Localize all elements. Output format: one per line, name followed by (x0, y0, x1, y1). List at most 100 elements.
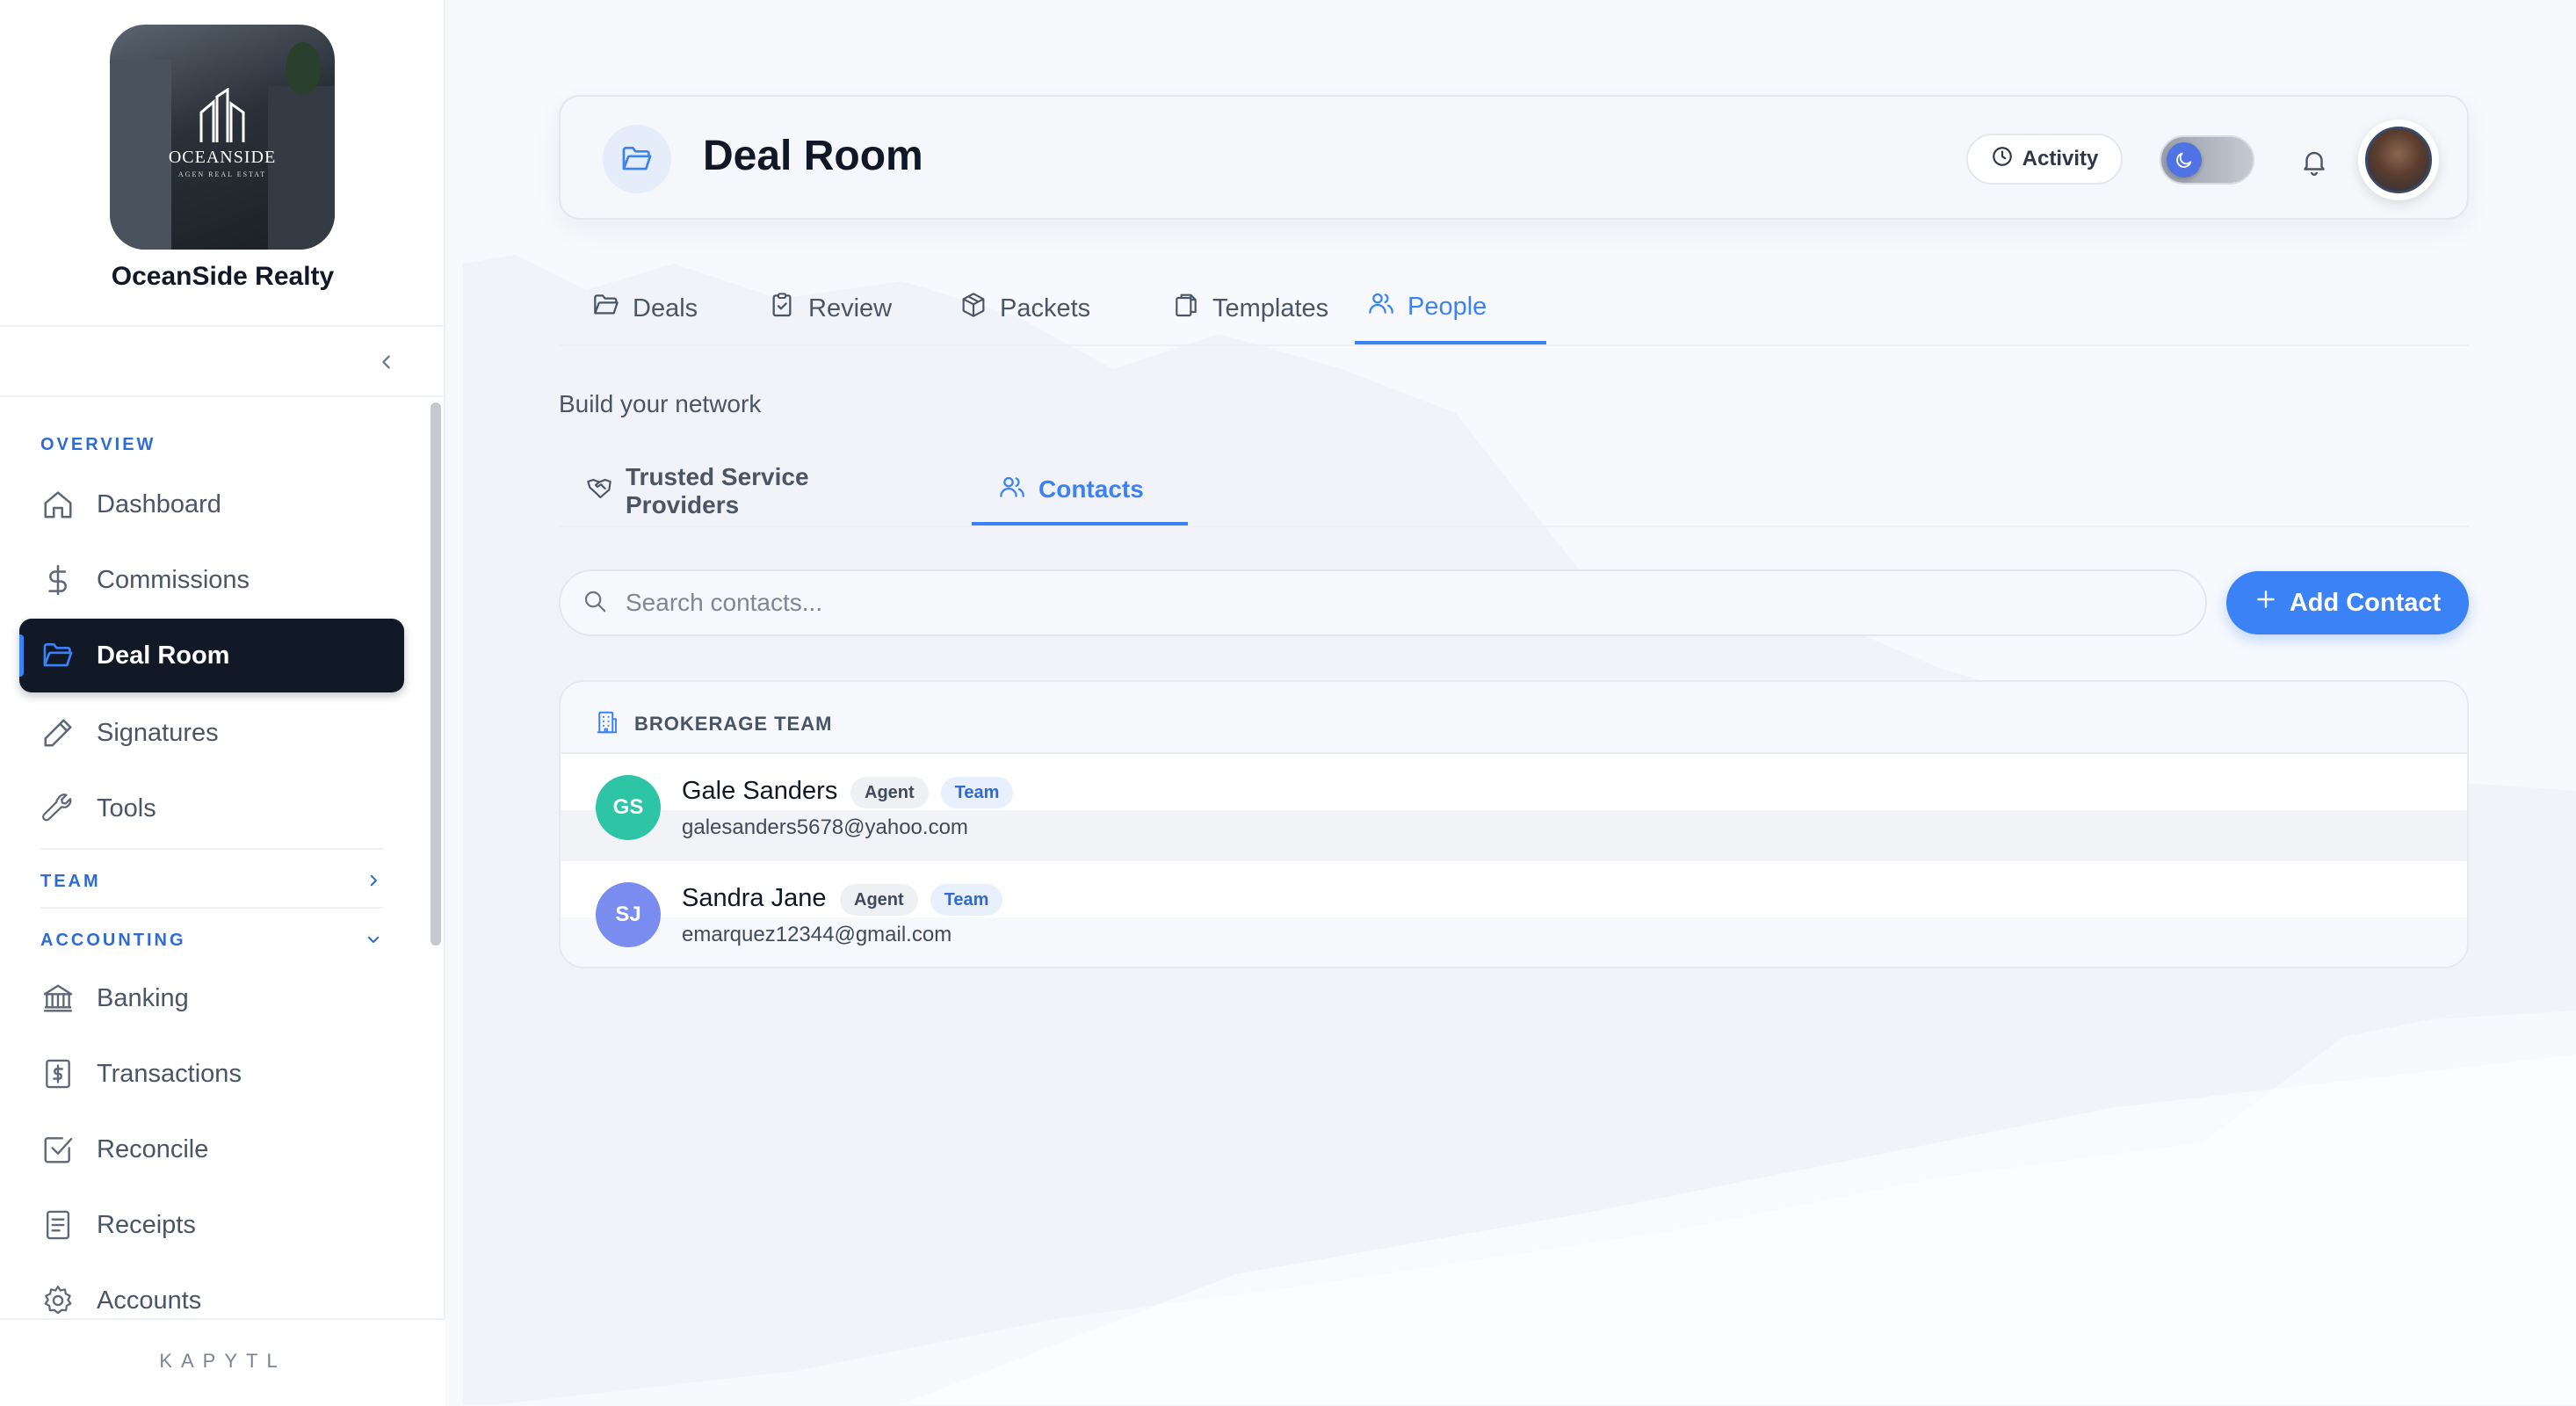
users-icon (1367, 289, 1395, 324)
row-band (561, 754, 2467, 810)
sidebar-item-label: Reconcile (97, 1134, 209, 1163)
users-icon (998, 473, 1026, 507)
sidebar-item-accounts[interactable]: Accounts (19, 1264, 404, 1314)
folder-icon (603, 125, 671, 193)
footer-brand: KAPYTL (159, 1350, 286, 1372)
folder-icon (592, 291, 620, 326)
sidebar-item-label: Accounts (97, 1286, 202, 1315)
tab-templates[interactable]: Templates (1160, 272, 1341, 344)
contact-avatar: SJ (596, 882, 661, 947)
gear-icon (40, 1283, 76, 1314)
clipboard-icon (768, 291, 796, 326)
sidebar-item-label: Signatures (97, 718, 219, 747)
sidebar-item-label: Dashboard (97, 489, 221, 518)
sidebar-footer: KAPYTL (0, 1318, 445, 1406)
brokerage-team-card: BROKERAGE TEAM GS Gale Sanders Agent Tea… (559, 680, 2469, 968)
sidebar-divider (0, 325, 445, 327)
search-bar (559, 569, 2207, 636)
tab-label: Templates (1212, 294, 1329, 323)
tab-label: Deals (633, 294, 698, 323)
activity-label: Activity (2022, 147, 2099, 170)
sidebar-nav: OVERVIEW Dashboard Commissions Deal Room… (0, 395, 431, 1314)
user-avatar[interactable] (2358, 120, 2439, 200)
subtab-label: Contacts (1038, 475, 1144, 503)
tab-label: Review (808, 294, 893, 323)
section-heading-team[interactable]: TEAM (40, 872, 101, 892)
pen-icon (40, 715, 76, 750)
handshake-icon (585, 475, 613, 509)
org-name: OceanSide Realty (111, 262, 335, 291)
section-divider (40, 907, 383, 909)
group-title: BROKERAGE TEAM (634, 713, 833, 735)
subtab-contacts[interactable]: Contacts (972, 457, 1188, 525)
sidebar-item-label: Deal Room (97, 641, 230, 670)
sidebar-item-reconcile[interactable]: Reconcile (19, 1112, 404, 1186)
org-logo: OCEANSIDE AGEN REAL ESTAT (110, 25, 335, 250)
theme-toggle[interactable] (2160, 135, 2254, 185)
sidebar-item-transactions[interactable]: Transactions (19, 1037, 404, 1111)
subtabs-divider (559, 525, 2469, 527)
role-badge: Agent (840, 884, 918, 916)
search-input[interactable] (624, 588, 2121, 618)
moon-icon (2167, 142, 2202, 178)
receipt-dollar-icon (40, 1056, 76, 1091)
sidebar-item-banking[interactable]: Banking (19, 961, 404, 1035)
sidebar-item-tools[interactable]: Tools (19, 772, 404, 845)
section-divider (40, 848, 383, 850)
tab-packets[interactable]: Packets (947, 272, 1103, 344)
section-subtitle: Build your network (559, 390, 762, 417)
tabs-divider (559, 344, 2469, 346)
contact-email: emarquez12344@gmail.com (682, 923, 952, 946)
notifications-bell-icon[interactable] (2295, 142, 2334, 181)
tab-deals[interactable]: Deals (580, 272, 710, 344)
tab-people[interactable]: People (1355, 272, 1546, 344)
contact-name: Sandra Jane (682, 884, 827, 912)
sidebar-item-label: Banking (97, 983, 189, 1012)
contact-badges: Agent Team (850, 777, 1014, 808)
contact-row[interactable]: SJ Sandra Jane Agent Team emarquez12344@… (561, 861, 2467, 967)
team-badge: Team (940, 777, 1014, 808)
search-icon (582, 588, 608, 619)
chevron-right-icon[interactable] (360, 867, 387, 894)
tab-label: Packets (1000, 294, 1091, 323)
sidebar-item-label: Commissions (97, 565, 250, 594)
page-title: Deal Room (703, 133, 923, 179)
check-square-icon (40, 1132, 76, 1167)
dollar-icon (40, 562, 76, 598)
plus-icon (2254, 588, 2277, 618)
add-contact-button[interactable]: Add Contact (2226, 571, 2469, 634)
clock-icon (1991, 145, 2014, 174)
section-heading-overview: OVERVIEW (40, 435, 156, 454)
tab-review[interactable]: Review (756, 272, 904, 344)
logo-wordmark: OCEANSIDE (168, 148, 277, 167)
building-logo-icon (199, 88, 245, 142)
collapse-sidebar-button[interactable] (369, 344, 404, 380)
subtab-trusted-service-providers[interactable]: Trusted Service Providers (559, 457, 945, 525)
role-badge: Agent (850, 777, 929, 808)
sidebar-item-signatures[interactable]: Signatures (19, 696, 404, 770)
sidebar-item-dashboard[interactable]: Dashboard (19, 467, 404, 541)
chevron-down-icon[interactable] (360, 926, 387, 953)
sidebar-item-label: Transactions (97, 1059, 242, 1088)
sidebar-item-label: Receipts (97, 1210, 196, 1239)
contact-name: Gale Sanders (682, 777, 838, 805)
section-heading-accounting[interactable]: ACCOUNTING (40, 931, 186, 951)
sidebar: OCEANSIDE AGEN REAL ESTAT OceanSide Real… (0, 0, 445, 1406)
contact-email: galesanders5678@yahoo.com (682, 815, 968, 839)
sidebar-item-receipts[interactable]: Receipts (19, 1188, 404, 1262)
add-contact-label: Add Contact (2289, 588, 2442, 617)
group-header: BROKERAGE TEAM (594, 703, 832, 745)
tab-label: People (1407, 292, 1487, 321)
sidebar-item-commissions[interactable]: Commissions (19, 543, 404, 617)
home-icon (40, 487, 76, 522)
activity-button[interactable]: Activity (1966, 134, 2123, 185)
contact-badges: Agent Team (840, 884, 1003, 916)
sidebar-scrollbar[interactable] (431, 402, 441, 946)
contact-avatar: GS (596, 775, 661, 840)
subtab-label: Trusted Service Providers (626, 463, 809, 518)
building-icon (594, 709, 620, 740)
contact-row[interactable]: GS Gale Sanders Agent Team galesanders56… (561, 754, 2467, 861)
sidebar-item-deal-room[interactable]: Deal Room (19, 619, 404, 692)
team-badge: Team (930, 884, 1003, 916)
chevron-left-icon (382, 355, 390, 369)
